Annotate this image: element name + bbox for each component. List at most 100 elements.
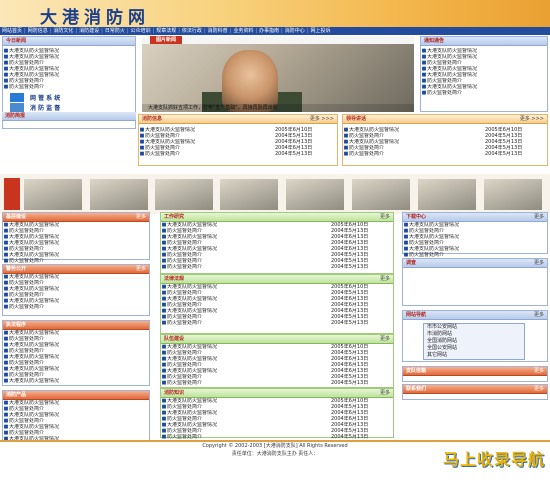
left-panel-title: 执法程序 [6, 322, 27, 328]
item-link[interactable]: 防火监督处简介 [167, 380, 331, 386]
list-item[interactable]: ■ 防火监督处简介 [3, 84, 135, 90]
watermark-logo: 马上收录导航 [442, 450, 545, 469]
photo-strip-label [4, 178, 20, 210]
list-item[interactable]: ■ 防火监督处简介 2004年5月13日 [161, 380, 393, 386]
admin-system-link[interactable]: 网 管 系 统 [2, 92, 136, 102]
leader-speech-more-link[interactable]: 更多 >>> [520, 115, 544, 123]
center-panel-title: 队伍建设 [164, 336, 185, 342]
center-panel-header: 法律法规 更多 [161, 275, 393, 284]
system-links [9, 121, 133, 143]
item-link[interactable]: 防火监督处简介 [349, 151, 485, 157]
left-panel-list: ■ 大港支队防火监督情况 ■ 防火监督处简介 ■ 大港支队防火监督情况 ■ 防火监督处简介 ■ 大… [3, 400, 149, 442]
nav-item[interactable]: 依法行政 [180, 28, 204, 34]
survey-title: 调查 [406, 260, 417, 266]
nav-item[interactable]: 消防文化 [51, 28, 75, 34]
download-list: ■ 大港支队防火监督情况 ■ 防火监督处简介 ■ 大港支队防火监督情况 ■ 防火监督处简介 ■ 大… [403, 222, 547, 258]
fire-supervision-link[interactable]: 消 防 监 督 [2, 102, 136, 112]
photo-news-caption[interactable]: 大港支队抓好五项工作，打牢"五个基础"，再接再励再出新 [142, 104, 414, 112]
center-panel-more-link[interactable]: 更多 [380, 389, 390, 397]
item-link[interactable]: 大港支队防火监督情况 [9, 378, 149, 384]
center-panel-title: 法律法规 [164, 276, 185, 282]
mailbox-title: 支队信箱 [406, 368, 427, 374]
thumbnail[interactable] [418, 179, 476, 210]
site-nav-option[interactable]: 全国消防网站 [424, 338, 524, 345]
left-panel-more-link[interactable]: 更多 [136, 265, 146, 273]
left-panel-header: 执法程序 [3, 321, 149, 330]
thumbnail[interactable] [352, 179, 410, 210]
nav-item[interactable]: 网上投诉 [308, 28, 332, 34]
center-panel-more-link[interactable]: 更多 [380, 335, 390, 343]
site-nav-option[interactable]: 全国公安网站 [424, 345, 524, 352]
center-panel-more-link[interactable]: 更多 [380, 275, 390, 283]
fire-bulletin-title: 消防简报 [5, 113, 26, 119]
system-links-area: 网 管 系 统 消 防 监 督 [2, 92, 136, 112]
survey-more-link[interactable]: 更多 [534, 259, 544, 267]
nav-item[interactable]: 公众培训 [129, 28, 153, 34]
left-lower-column: 基层建设 更多 ■ 大港支队防火监督情况 ■ 防火监督处简介 ■ 大港支队防火监督情况 ■ 大港支… [2, 212, 150, 450]
item-link[interactable]: 防火监督处简介 [167, 320, 331, 326]
today-news-header: 今日新闻 [3, 37, 135, 46]
fire-bulletin-header: 消防简报 [2, 112, 136, 121]
nav-item[interactable]: 规章法规 [154, 28, 178, 34]
thumbnail[interactable] [484, 179, 542, 210]
item-link[interactable]: 防火监督处简介 [167, 264, 331, 270]
item-link[interactable]: 防火监督处简介 [427, 90, 547, 96]
nav-item[interactable]: 网防信息 [26, 28, 50, 34]
thumbnail[interactable] [286, 179, 344, 210]
fire-info-more-link[interactable]: 更多 >>> [310, 115, 334, 123]
site-nav-select[interactable]: 市市公安网站 市消防网站 全国消防网站 全国公安网站 其它网站 [423, 323, 525, 360]
list-item[interactable]: ■ 防火监督处简介 2004年5月13日 [161, 320, 393, 326]
list-item[interactable]: ■ 大港支队防火监督情况 [3, 378, 149, 384]
left-panel-header: 消防产品 [3, 391, 149, 400]
left-panel-list: ■ 大港支队防火监督情况 ■ 防火监督处简介 ■ 大港支队防火监督情况 ■ 防火监督处简介 ■ 大… [3, 330, 149, 384]
left-panel-more-link[interactable]: 更多 [136, 213, 146, 221]
site-nav-option[interactable]: 市消防网站 [424, 331, 524, 338]
left-panel-title: 基层建设 [6, 214, 27, 220]
left-panel-list: ■ 大港支队防火监督情况 ■ 防火监督处简介 ■ 大港支队防火监督情况 ■ 大港支队防火监督情… [3, 222, 149, 264]
list-item[interactable]: ■ 防火监督处简介 [3, 304, 149, 310]
fire-info-title: 消防信息 [142, 116, 163, 122]
computer-icon [10, 92, 24, 102]
thumbnail[interactable] [220, 179, 278, 210]
item-link[interactable]: 防火监督处简介 [9, 304, 149, 310]
notice-panel: 通知通告 ■ 大港支队防火监督情况 ■ 大港支队防火监督情况 ■ 防火监督处简介 ■ 大港支队… [420, 36, 548, 112]
item-date: 2004年5月13日 [331, 320, 369, 326]
photo-news-header: 图片新闻 [142, 36, 414, 44]
contact-more-link[interactable]: 更多 [534, 385, 544, 393]
download-panel: 下载中心 更多 ■ 大港支队防火监督情况 ■ 防火监督处简介 ■ 大港支队防火监督情况 ■ 防… [402, 212, 548, 258]
download-more-link[interactable]: 更多 [534, 213, 544, 221]
fire-supervision-label: 消 防 监 督 [30, 104, 61, 112]
nav-item[interactable]: 业务资料 [231, 28, 255, 34]
nav-item[interactable]: 消防科普 [206, 28, 230, 34]
nav-item[interactable]: 消防建设 [77, 28, 101, 34]
mailbox-panel: 支队信箱 更多 [402, 366, 548, 382]
site-nav-more-link[interactable]: 更多 [534, 311, 544, 319]
list-item[interactable]: ■ 防火监督处简介 2004年5月13日 [161, 264, 393, 270]
list-item[interactable]: ■ 防火监督处简介 2004年5月13日 [139, 151, 337, 157]
item-date: 2004年5月13日 [331, 380, 369, 386]
document-icon [10, 102, 24, 112]
thumbnail[interactable] [155, 179, 213, 210]
center-panel: 工作研究 更多 ■ 大港支队防火监督情况 2005年6月10日 ■ 防火监督处简介 2004年… [160, 212, 394, 274]
nav-item[interactable]: 网站首页 [0, 28, 24, 34]
item-link[interactable]: 防火监督处简介 [145, 151, 275, 157]
left-panel: 执法程序 ■ 大港支队防火监督情况 ■ 防火监督处简介 ■ 大港支队防火监督情况 ■ 防火监督处… [2, 320, 150, 386]
item-link[interactable]: 防火监督处简介 [9, 84, 135, 90]
list-item[interactable]: ■ 防火监督处简介 [421, 90, 547, 96]
mailbox-more-link[interactable]: 更多 [534, 367, 544, 375]
nav-item[interactable]: 办事指南 [257, 28, 281, 34]
contact-panel: 联系我们 更多 [402, 384, 548, 400]
left-panel-list: ■ 大港支队防火监督情况 ■ 防火监督处简介 ■ 大港支队防火监督情况 ■ 防火监督处简介 ■ 大… [3, 274, 149, 310]
photo-strip [0, 174, 550, 214]
thumbnail[interactable] [24, 179, 82, 210]
photo-news-image[interactable]: 大港支队抓好五项工作，打牢"五个基础"，再接再励再出新 [142, 44, 414, 112]
site-nav-option[interactable]: 市市公安网站 [424, 324, 524, 331]
nav-item[interactable]: 日常防火 [103, 28, 127, 34]
site-nav-option[interactable]: 其它网站 [424, 352, 524, 359]
photo-portrait [222, 50, 278, 112]
center-panel-more-link[interactable]: 更多 [380, 213, 390, 221]
list-item[interactable]: ■ 防火监督处简介 2004年5月13日 [343, 151, 547, 157]
thumbnail[interactable] [90, 179, 148, 210]
nav-item[interactable]: 消防中心 [283, 28, 307, 34]
admin-system-label: 网 管 系 统 [30, 94, 61, 102]
